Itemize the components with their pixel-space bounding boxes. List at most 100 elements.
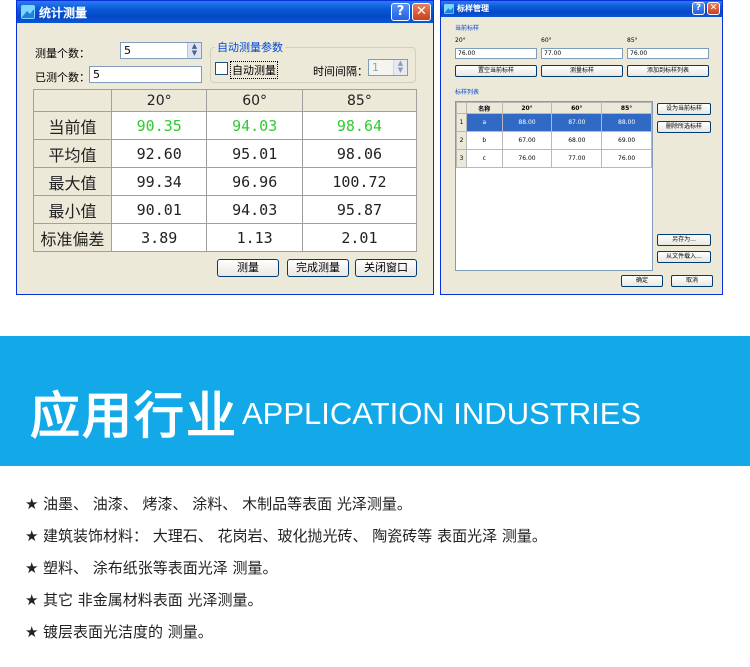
list-column-header: 60° [551,102,603,114]
ok-button[interactable]: 确定 [621,275,663,287]
table-cell: 95.87 [301,195,418,224]
angle-label: 60° [541,37,552,44]
statistics-table: 20° 60° 85° 当前值 90.35 94.03 98.64 平均值 92… [33,89,418,252]
star-icon: ★ [25,527,39,545]
star-icon: ★ [25,591,39,609]
column-header: 60° [206,89,303,112]
table-cell: 95.01 [206,139,303,168]
row-number: 1 [456,113,467,132]
row-header: 标准偏差 [33,223,112,252]
list-cell: b [466,131,503,150]
standards-window: 标样管理 ? ✕ 当前标样 20° 60° 85° 76.00 77.00 76… [440,0,723,295]
current-value-cell: 90.35 [110,111,208,140]
list-cell: 88.00 [501,113,553,132]
app-icon [444,4,454,14]
delete-selected-button[interactable]: 删除所选标样 [657,121,711,133]
list-cell: 67.00 [501,131,553,150]
industry-text: 建筑装饰材料： 大理石、 花岗岩、玻化抛光砖、 陶瓷砖等 表面光泽 测量。 [43,527,547,545]
measured-input: 5 [89,66,202,83]
column-header: 20° [110,89,208,112]
list-cell: 68.00 [551,131,603,150]
standards-titlebar[interactable]: 标样管理 ? ✕ [441,1,722,17]
banner-title-en: APPLICATION INDUSTRIES [242,396,642,431]
banner-title-cn: 应用行业 [30,387,238,445]
industry-text: 油墨、 油漆、 烤漆、 涂料、 木制品等表面 光泽测量。 [43,495,412,513]
window-title: 标样管理 [457,4,489,13]
table-row: 平均值 92.60 95.01 98.06 [33,139,418,168]
star-icon: ★ [25,623,39,641]
help-button[interactable]: ? [692,2,705,15]
star-icon: ★ [25,495,39,513]
row-number: 2 [456,131,467,150]
list-header-row: 名称 20° 60° 85° [456,102,652,114]
row-header: 当前值 [33,111,112,140]
interval-value: 1 [372,61,379,74]
table-cell: 96.96 [206,167,303,196]
window-title: 统计测量 [39,6,88,20]
measure-standard-button[interactable]: 测量标样 [541,65,623,77]
current-value-cell: 98.64 [301,111,418,140]
auto-measure-checkbox[interactable] [215,62,228,75]
list-row[interactable]: 2 b 67.00 68.00 69.00 [456,131,652,150]
table-cell: 94.03 [206,195,303,224]
table-header-row: 20° 60° 85° [33,89,418,112]
statistics-window: 统计测量 ? ✕ 测量个数： 5 ▲ ▼ 已测个数： 5 自动测量参数 自动测量 … [16,0,434,295]
measure-button[interactable]: 测量 [217,259,279,277]
standard-list-section: 标样列表 [455,89,480,96]
auto-params-title: 自动测量参数 [215,39,285,55]
industry-item: ★ 镀层表面光洁度的 测量。 [25,621,213,642]
row-header: 平均值 [33,139,112,168]
close-window-button[interactable]: 关闭窗口 [355,259,417,277]
row-header: 最大值 [33,167,112,196]
table-row: 标准偏差 3.89 1.13 2.01 [33,223,418,252]
count-spinner[interactable]: ▲ ▼ [187,43,201,58]
list-row[interactable]: 3 c 76.00 77.00 76.00 [456,149,652,168]
help-button[interactable]: ? [391,3,410,21]
standard-list[interactable]: 名称 20° 60° 85° 1 a 88.00 87.00 88.00 2 b… [455,101,653,271]
list-column-header: 20° [501,102,553,114]
angle-label: 85° [627,37,638,44]
standard-60-input[interactable]: 77.00 [541,48,623,59]
save-as-button[interactable]: 另存为... [657,234,711,246]
table-cell: 98.06 [301,139,418,168]
list-cell: a [466,113,503,132]
industry-item: ★ 建筑装饰材料： 大理石、 花岗岩、玻化抛光砖、 陶瓷砖等 表面光泽 测量。 [25,525,547,546]
list-cell: c [466,149,503,168]
row-header: 最小值 [33,195,112,224]
count-label: 测量个数： [35,47,90,60]
interval-spinner[interactable]: ▲ ▼ [393,60,407,75]
industry-text: 其它 非金属材料表面 光泽测量。 [43,591,263,609]
finish-measure-button[interactable]: 完成测量 [287,259,349,277]
count-value: 5 [124,44,131,57]
table-cell: 92.60 [110,139,208,168]
clear-current-standard-button[interactable]: 置空当前标样 [455,65,537,77]
cancel-button[interactable]: 取消 [671,275,713,287]
list-cell: 69.00 [601,131,652,150]
list-row[interactable]: 1 a 88.00 87.00 88.00 [456,113,652,132]
standard-20-input[interactable]: 76.00 [455,48,537,59]
table-cell: 99.34 [110,167,208,196]
table-cell: 2.01 [301,223,418,252]
list-column-header: 名称 [466,102,503,114]
table-corner [33,89,112,112]
load-from-file-button[interactable]: 从文件载入... [657,251,711,263]
interval-label: 时间间隔： [313,65,368,78]
table-cell: 100.72 [301,167,418,196]
add-to-list-button[interactable]: 添加到标样列表 [627,65,709,77]
column-header: 85° [301,89,418,112]
industry-item: ★ 其它 非金属材料表面 光泽测量。 [25,589,263,610]
industry-item: ★ 油墨、 油漆、 烤漆、 涂料、 木制品等表面 光泽测量。 [25,493,412,514]
set-as-current-button[interactable]: 设为当前标样 [657,103,711,115]
table-cell: 90.01 [110,195,208,224]
statistics-titlebar[interactable]: 统计测量 ? ✕ [17,1,433,23]
auto-measure-label[interactable]: 自动测量 [230,61,278,79]
current-value-cell: 94.03 [206,111,303,140]
table-cell: 3.89 [110,223,208,252]
star-icon: ★ [25,559,39,577]
standard-list-table: 名称 20° 60° 85° 1 a 88.00 87.00 88.00 2 b… [456,102,652,168]
standard-85-input[interactable]: 76.00 [627,48,709,59]
list-cell: 88.00 [601,113,652,132]
close-button[interactable]: ✕ [412,3,431,21]
list-corner [456,102,467,114]
close-button[interactable]: ✕ [707,2,720,15]
